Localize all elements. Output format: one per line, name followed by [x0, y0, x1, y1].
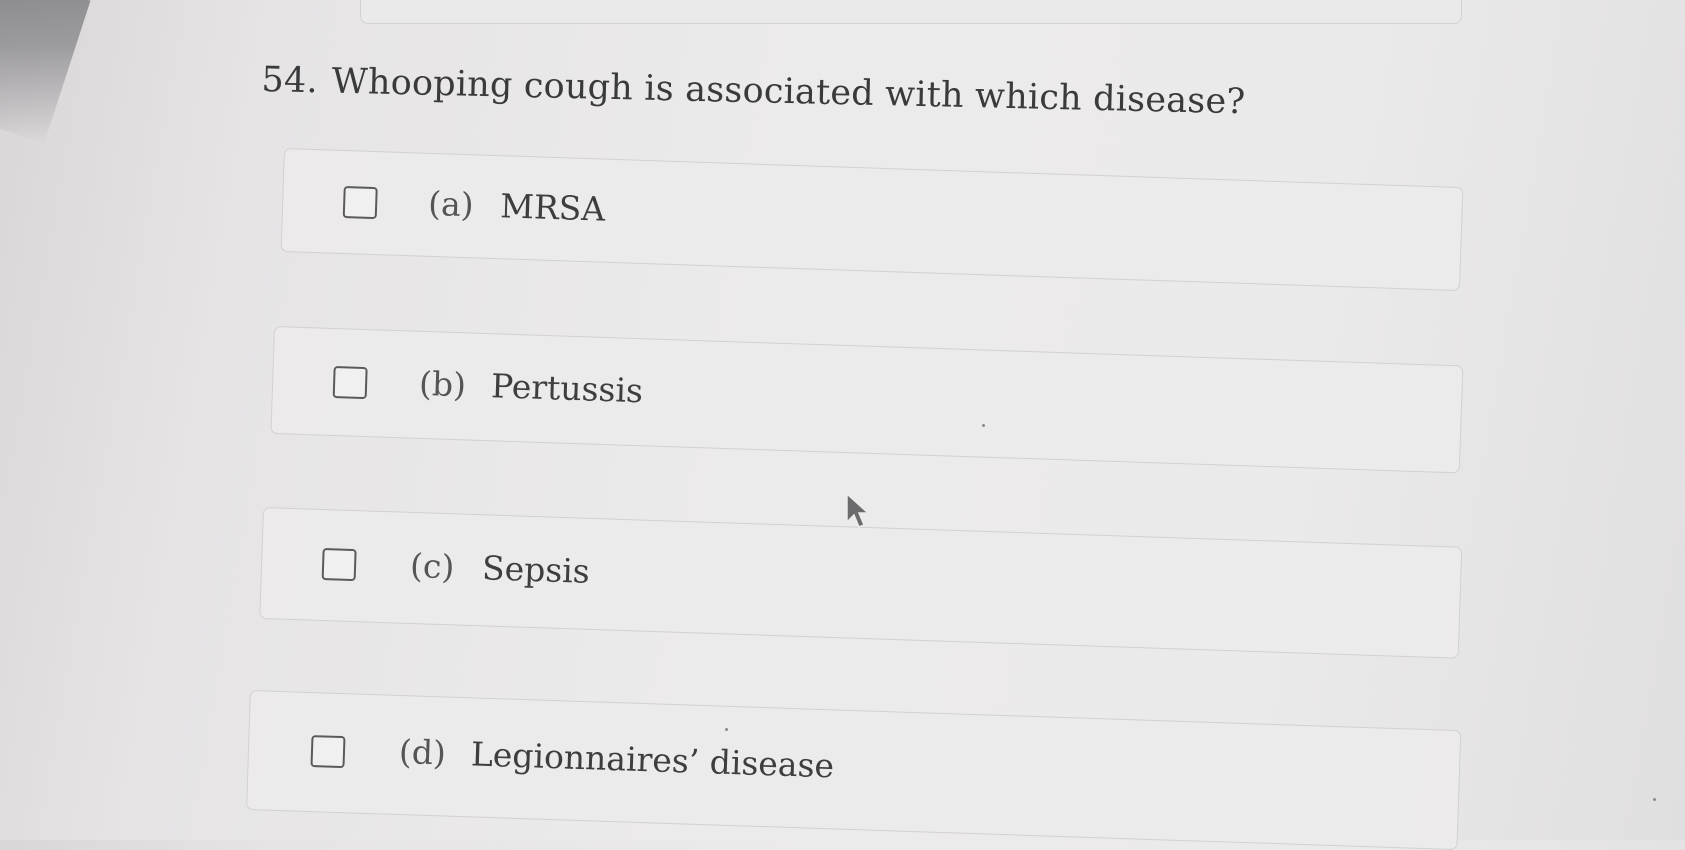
- option-a-card[interactable]: (a) MRSA: [280, 148, 1464, 292]
- option-c-text: (c) Sepsis: [409, 546, 590, 591]
- previous-option-card-edge: [360, 0, 1462, 24]
- screen-speck: [1653, 798, 1656, 801]
- option-c-label: Sepsis: [481, 548, 591, 591]
- option-a-checkbox[interactable]: [342, 186, 378, 220]
- screen-speck: [725, 728, 728, 731]
- option-d-card[interactable]: (d) Legionnaires’ disease: [246, 690, 1462, 850]
- screen-speck: [982, 424, 985, 427]
- screen-bezel-glare: [0, 0, 91, 144]
- option-b-checkbox[interactable]: [332, 366, 368, 400]
- option-b-letter: (b): [418, 363, 467, 405]
- option-a-letter: (a): [427, 183, 475, 225]
- option-d-label: Legionnaires’ disease: [470, 734, 835, 786]
- option-b-label: Pertussis: [490, 366, 644, 411]
- option-b-card[interactable]: (b) Pertussis: [270, 326, 1464, 474]
- option-d-text: (d) Legionnaires’ disease: [398, 732, 834, 785]
- option-c-checkbox[interactable]: [321, 548, 357, 582]
- option-c-letter: (c): [409, 545, 456, 587]
- option-d-letter: (d): [398, 731, 447, 773]
- option-d-checkbox[interactable]: [310, 735, 346, 769]
- question-text: Whooping cough is associated with which …: [331, 61, 1246, 123]
- option-b-text: (b) Pertussis: [419, 364, 644, 410]
- option-a-label: MRSA: [499, 186, 606, 229]
- mouse-pointer-icon: [846, 492, 870, 528]
- question-number: 54.: [261, 60, 319, 102]
- option-a-text: (a) MRSA: [428, 184, 606, 229]
- question-title: 54. Whooping cough is associated with whi…: [261, 60, 1246, 122]
